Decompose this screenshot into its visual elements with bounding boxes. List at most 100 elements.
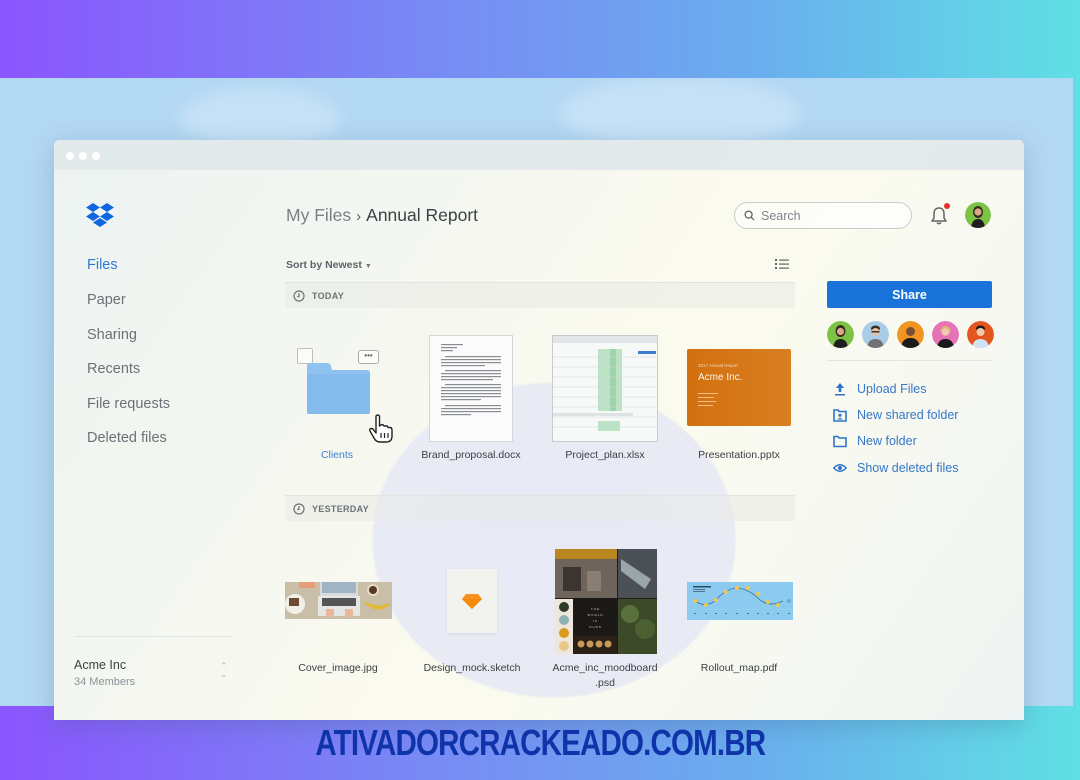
presentation-slide: 2017 Annual Report Acme Inc. [687,349,791,426]
shared-members-list [827,321,994,348]
user-avatar[interactable] [965,202,991,228]
image-thumbnail-icon [285,582,392,619]
show-deleted-files-action[interactable]: Show deleted files [833,461,958,475]
moodboard-thumbnail-icon: THE WORLD IS OURS [555,549,657,654]
member-avatar[interactable] [827,321,854,348]
sort-label: Sort by Newest [286,259,362,271]
svg-text:IS: IS [593,619,598,623]
document-thumbnail-icon [429,335,513,442]
notification-bell-icon[interactable] [930,206,948,226]
file-name[interactable]: Design_mock.sketch [417,661,527,676]
file-thumbnail [416,335,526,448]
sidebar-item-paper[interactable]: Paper [87,292,126,308]
file-name-line: Acme_inc_moodboard [552,662,658,674]
window-control-dot[interactable] [79,152,87,160]
section-header-today: TODAY [285,282,795,308]
file-thumbnail: 2017 Annual Report Acme Inc. [684,335,794,448]
breadcrumb-parent[interactable]: My Files [286,205,351,225]
panel-divider [827,360,992,361]
file-item-pdf[interactable]: Rollout_map.pdf [684,548,794,676]
action-label: New shared folder [857,408,959,422]
action-label: Show deleted files [857,461,959,475]
file-item-document[interactable]: Brand_proposal.docx [416,335,526,463]
caret-down-icon: ▼ [364,263,372,270]
file-thumbnail [417,548,527,661]
sidebar-item-recents[interactable]: Recents [87,361,140,377]
search-box[interactable] [734,202,912,229]
list-view-icon[interactable] [775,258,789,270]
new-folder-action[interactable]: New folder [833,434,917,448]
app-window: Files Paper Sharing Recents File request… [54,140,1024,720]
search-icon [744,210,755,221]
file-item-sketch[interactable]: Design_mock.sketch [417,548,527,676]
file-item-image[interactable]: Cover_image.jpg [283,548,393,676]
watermark-text: ATIVADORCRACKEADO.COM.BR [315,722,766,763]
clock-icon [293,289,305,302]
section-label: TODAY [312,290,345,301]
eye-icon [833,464,847,472]
window-control-dot[interactable] [66,152,74,160]
action-label: Upload Files [857,382,927,396]
file-name[interactable]: Acme_inc_moodboard .psd [550,661,660,691]
watermark-banner: ATIVADORCRACKEADO.COM.BR [0,706,1080,780]
file-thumbnail [550,335,660,448]
file-name-line: .psd [595,677,615,689]
hand-cursor-icon [369,414,393,443]
file-thumbnail [684,548,794,661]
member-avatar[interactable] [862,321,889,348]
dropbox-logo-icon[interactable] [86,203,114,229]
team-member-count: 34 Members [74,676,136,688]
sidebar: Files Paper Sharing Recents File request… [54,170,254,720]
background-blob [560,78,800,148]
upload-files-action[interactable]: Upload Files [833,382,926,396]
sketch-diamond-icon [462,594,482,609]
breadcrumb-separator: › [356,208,362,225]
breadcrumb: My Files › Annual Report [286,205,478,226]
team-switcher-chevrons-icon[interactable]: ⌃ ⌄ [220,662,228,679]
svg-text:WORLD: WORLD [587,613,603,617]
section-header-yesterday: YESTERDAY [285,495,795,521]
svg-text:OURS: OURS [589,625,602,629]
file-name[interactable]: Presentation.pptx [684,448,794,463]
file-thumbnail [283,548,393,661]
sidebar-divider [74,636,232,637]
member-avatar[interactable] [967,321,994,348]
file-item-folder[interactable]: ••• Clients [282,348,393,463]
sidebar-item-files[interactable]: Files [87,257,118,273]
search-input[interactable] [761,208,901,223]
sort-dropdown[interactable]: Sort by Newest ▼ [286,259,372,271]
window-titlebar [54,140,1024,170]
svg-text:THE: THE [591,607,600,611]
file-item-spreadsheet[interactable]: Project_plan.xlsx [550,335,660,463]
window-control-dot[interactable] [92,152,100,160]
file-thumbnail: THE WORLD IS OURS [550,548,660,661]
sidebar-item-deleted-files[interactable]: Deleted files [87,430,167,446]
file-name[interactable]: Brand_proposal.docx [416,448,526,463]
file-name[interactable]: Project_plan.xlsx [550,448,660,463]
sidebar-item-sharing[interactable]: Sharing [87,327,137,343]
file-name[interactable]: Clients [282,448,392,463]
breadcrumb-current: Annual Report [366,205,479,225]
folder-icon [307,363,370,414]
action-label: New folder [857,434,917,448]
section-label: YESTERDAY [312,503,369,514]
pdf-thumbnail-icon [687,582,793,620]
sidebar-item-file-requests[interactable]: File requests [87,396,170,412]
spreadsheet-thumbnail-icon [552,335,658,442]
team-name[interactable]: Acme Inc [74,658,126,672]
file-thumbnail: ••• [282,348,393,448]
folder-icon [833,435,847,448]
member-avatar[interactable] [932,321,959,348]
notification-badge [944,203,950,209]
new-shared-folder-action[interactable]: New shared folder [833,408,958,422]
member-avatar[interactable] [897,321,924,348]
slide-title: Acme Inc. [698,372,743,383]
share-button[interactable]: Share [827,281,992,308]
background-blob [180,88,340,148]
file-item-photoshop[interactable]: THE WORLD IS OURS Acme_inc_moodboard .psd [550,548,660,691]
file-name[interactable]: Rollout_map.pdf [684,661,794,676]
file-item-presentation[interactable]: 2017 Annual Report Acme Inc. Presentatio… [684,335,794,463]
file-name[interactable]: Cover_image.jpg [283,661,393,676]
clock-icon [293,502,305,515]
sketch-file-card [447,569,497,633]
